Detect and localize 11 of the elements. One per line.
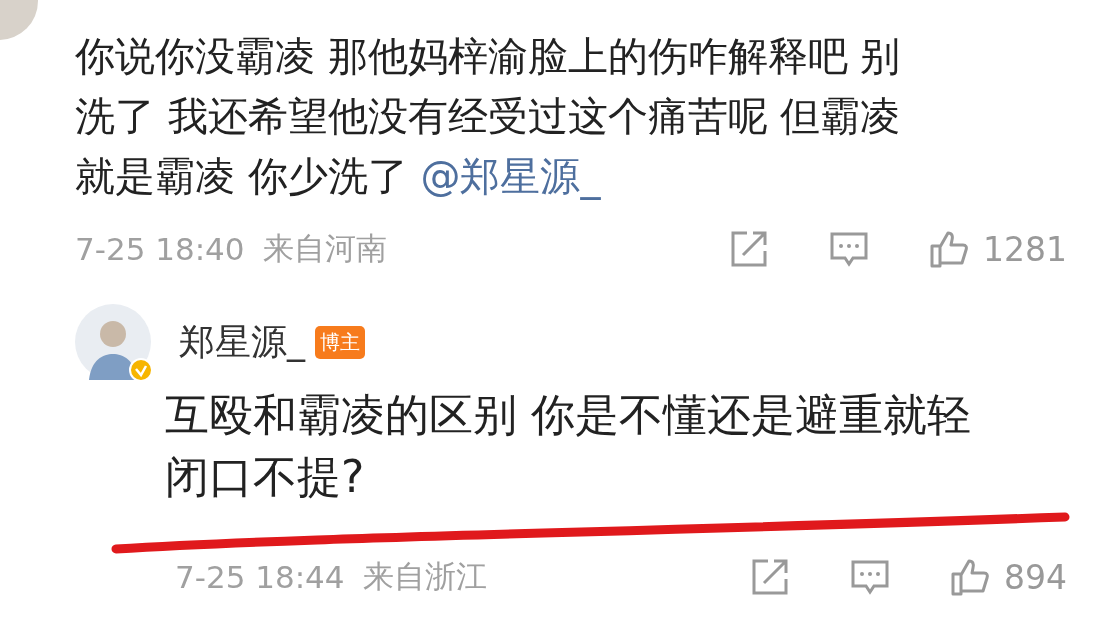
- comment-time: 7-25 18:40: [75, 231, 245, 267]
- reply-time: 7-25 18:44: [175, 559, 345, 595]
- author-badge: 博主: [315, 325, 365, 359]
- like-count: 1281: [983, 229, 1067, 269]
- reply-location: 来自浙江: [362, 557, 487, 596]
- comment-location: 来自河南: [262, 229, 387, 268]
- reply-text: 互殴和霸凌的区别 你是不懂还是避重就轻闭口不提?: [165, 388, 972, 504]
- like-count: 894: [1004, 557, 1067, 597]
- mention-link[interactable]: @郑星源_: [420, 153, 601, 199]
- comment-text: 你说你没霸凌 那他妈梓渝脸上的伤咋解释吧 别洗了 我还希望他没有经受过这个痛苦呢 但霸凌就是霸凌 你少洗了 @郑星源_: [75, 32, 902, 202]
- author-name[interactable]: 郑星源_: [179, 317, 305, 367]
